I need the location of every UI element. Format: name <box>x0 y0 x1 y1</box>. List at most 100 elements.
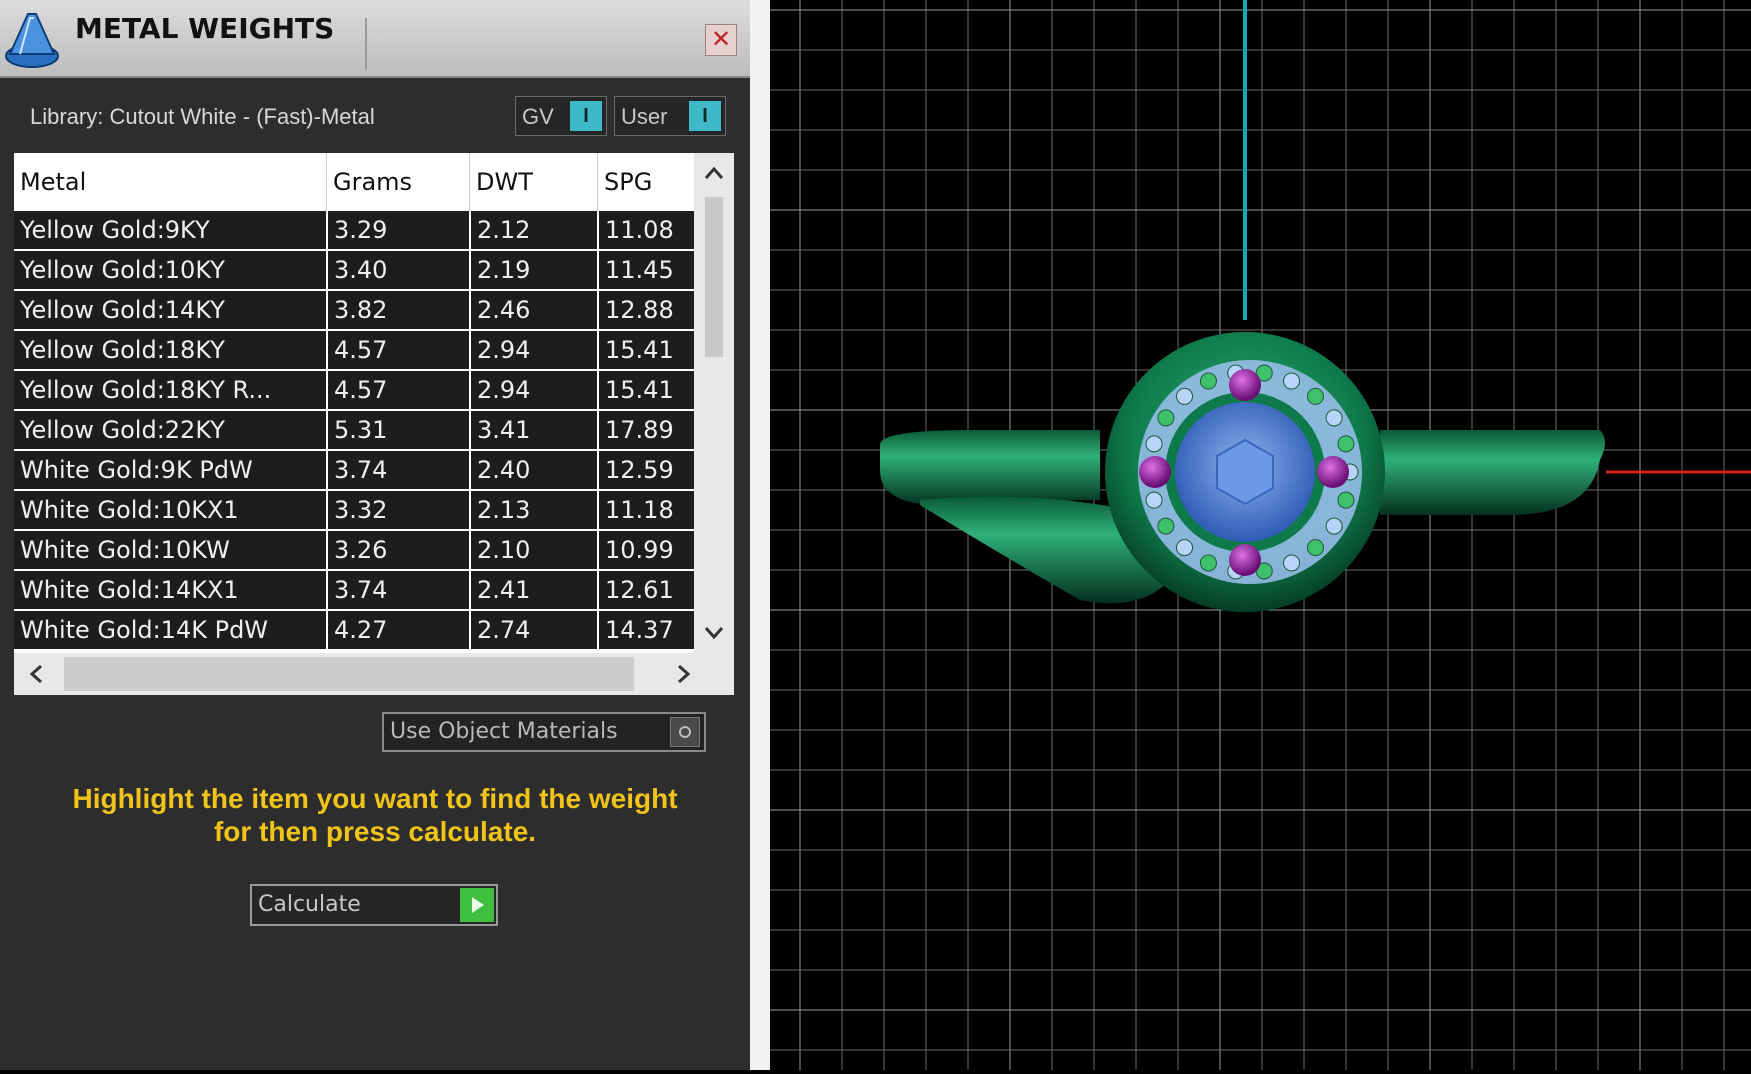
cell-dwt: 3.41 <box>471 411 597 449</box>
cell-grams: 4.57 <box>328 371 469 409</box>
ring-band-right <box>1380 430 1605 515</box>
column-header-dwt[interactable]: DWT <box>470 153 598 211</box>
panel-divider[interactable] <box>750 0 770 1070</box>
cell-grams: 4.57 <box>328 331 469 369</box>
cell-metal: White Gold:10KW <box>14 531 326 569</box>
metal-weights-table: Metal Grams DWT SPG Yellow Gold:9KY 3.29 2… <box>14 153 734 695</box>
play-arrow-icon <box>460 888 494 922</box>
metal-weights-panel: METAL WEIGHTS ✕ Library: Cutout White - … <box>0 0 751 1070</box>
cell-metal: Yellow Gold:18KY <box>14 331 326 369</box>
window-title: METAL WEIGHTS <box>75 12 335 45</box>
table-body: Yellow Gold:9KY 3.29 2.12 11.08 Yellow Gold:… <box>14 211 694 653</box>
cell-spg: 15.41 <box>599 331 694 369</box>
close-button[interactable]: ✕ <box>705 24 737 56</box>
use-object-materials-toggle[interactable]: Use Object Materials <box>382 712 706 752</box>
cell-spg: 11.18 <box>599 491 694 529</box>
table-row[interactable]: White Gold:10KX1 3.32 2.13 11.18 <box>14 491 694 529</box>
table-row[interactable]: Yellow Gold:18KY 4.57 2.94 15.41 <box>14 331 694 369</box>
cell-metal: Yellow Gold:14KY <box>14 291 326 329</box>
cell-spg: 12.61 <box>599 571 694 609</box>
cell-spg: 15.41 <box>599 371 694 409</box>
cell-grams: 4.27 <box>328 611 469 649</box>
instruction-line-1: Highlight the item you want to find the … <box>72 783 678 814</box>
pave-stone <box>1306 387 1324 405</box>
cell-grams: 3.26 <box>328 531 469 569</box>
pave-stone <box>1325 409 1343 427</box>
cell-spg: 12.88 <box>599 291 694 329</box>
table-row[interactable]: White Gold:14KX1 3.74 2.41 12.61 <box>14 571 694 609</box>
pave-stone <box>1145 491 1163 509</box>
pave-stone <box>1325 517 1343 535</box>
cell-metal: Yellow Gold:18KY R... <box>14 371 326 409</box>
table-row[interactable]: Yellow Gold:14KY 3.82 2.46 12.88 <box>14 291 694 329</box>
pave-stone <box>1199 372 1217 390</box>
instruction-line-2: for then press calculate. <box>213 816 537 847</box>
cell-dwt: 2.94 <box>471 331 597 369</box>
horizontal-scrollbar[interactable] <box>14 653 734 695</box>
gv-toggle-indicator: I <box>570 101 602 131</box>
table-row[interactable]: Yellow Gold:18KY R... 4.57 2.94 15.41 <box>14 371 694 409</box>
cell-grams: 5.31 <box>328 411 469 449</box>
scroll-down-arrow-icon[interactable] <box>694 613 734 653</box>
accent-stone-bottom <box>1229 544 1261 576</box>
calculate-button[interactable]: Calculate <box>250 884 498 926</box>
accent-stone-left <box>1139 456 1171 488</box>
column-header-grams[interactable]: Grams <box>327 153 470 211</box>
scroll-up-arrow-icon[interactable] <box>694 153 734 193</box>
table-row[interactable]: White Gold:10KW 3.26 2.10 10.99 <box>14 531 694 569</box>
table-row[interactable]: Yellow Gold:9KY 3.29 2.12 11.08 <box>14 211 694 249</box>
title-separator <box>365 18 367 70</box>
table-row[interactable]: White Gold:14K PdW 4.27 2.74 14.37 <box>14 611 694 649</box>
cell-spg: 10.99 <box>599 531 694 569</box>
ring-band <box>880 430 1100 505</box>
vertical-scroll-thumb[interactable] <box>705 197 723 357</box>
pave-stone <box>1306 539 1324 557</box>
pave-stone <box>1157 517 1175 535</box>
use-object-materials-label: Use Object Materials <box>390 719 618 744</box>
cell-grams: 3.29 <box>328 211 469 249</box>
user-toggle-label: User <box>621 104 668 129</box>
close-icon: ✕ <box>710 25 732 53</box>
title-bar[interactable]: METAL WEIGHTS ✕ <box>0 0 750 78</box>
calculate-label: Calculate <box>258 892 361 917</box>
cell-metal: Yellow Gold:9KY <box>14 211 326 249</box>
accent-stone-right <box>1317 456 1349 488</box>
cell-metal: White Gold:9K PdW <box>14 451 326 489</box>
pave-stone <box>1176 539 1194 557</box>
scroll-right-arrow-icon[interactable] <box>664 653 704 695</box>
cell-dwt: 2.41 <box>471 571 597 609</box>
table-header: Metal Grams DWT SPG <box>14 153 694 211</box>
horizontal-scroll-thumb[interactable] <box>64 657 634 691</box>
table-row[interactable]: Yellow Gold:22KY 5.31 3.41 17.89 <box>14 411 694 449</box>
cell-dwt: 2.10 <box>471 531 597 569</box>
3d-viewport[interactable] <box>770 0 1751 1070</box>
accent-stone-top <box>1229 369 1261 401</box>
cell-spg: 11.45 <box>599 251 694 289</box>
cell-grams: 3.82 <box>328 291 469 329</box>
pave-stone <box>1337 435 1355 453</box>
radio-icon[interactable] <box>670 717 700 747</box>
cell-grams: 3.40 <box>328 251 469 289</box>
cell-spg: 11.08 <box>599 211 694 249</box>
metal-weights-app-icon <box>5 13 59 68</box>
cell-grams: 3.74 <box>328 451 469 489</box>
user-toggle[interactable]: User I <box>614 96 726 136</box>
vertical-scrollbar[interactable] <box>694 153 734 653</box>
pave-stone <box>1157 409 1175 427</box>
table-row[interactable]: Yellow Gold:10KY 3.40 2.19 11.45 <box>14 251 694 289</box>
pave-stone <box>1337 491 1355 509</box>
pave-stone <box>1283 372 1301 390</box>
column-header-spg[interactable]: SPG <box>598 153 694 211</box>
viewport-canvas[interactable] <box>770 0 1751 1070</box>
column-header-metal[interactable]: Metal <box>14 153 327 211</box>
cell-metal: White Gold:14K PdW <box>14 611 326 649</box>
cell-dwt: 2.12 <box>471 211 597 249</box>
cell-grams: 3.32 <box>328 491 469 529</box>
table-row[interactable]: White Gold:9K PdW 3.74 2.40 12.59 <box>14 451 694 489</box>
scroll-left-arrow-icon[interactable] <box>16 653 56 695</box>
cell-spg: 14.37 <box>599 611 694 649</box>
instruction-text: Highlight the item you want to find the … <box>20 782 730 848</box>
pave-stone <box>1145 435 1163 453</box>
cell-dwt: 2.13 <box>471 491 597 529</box>
gv-toggle[interactable]: GV I <box>515 96 607 136</box>
